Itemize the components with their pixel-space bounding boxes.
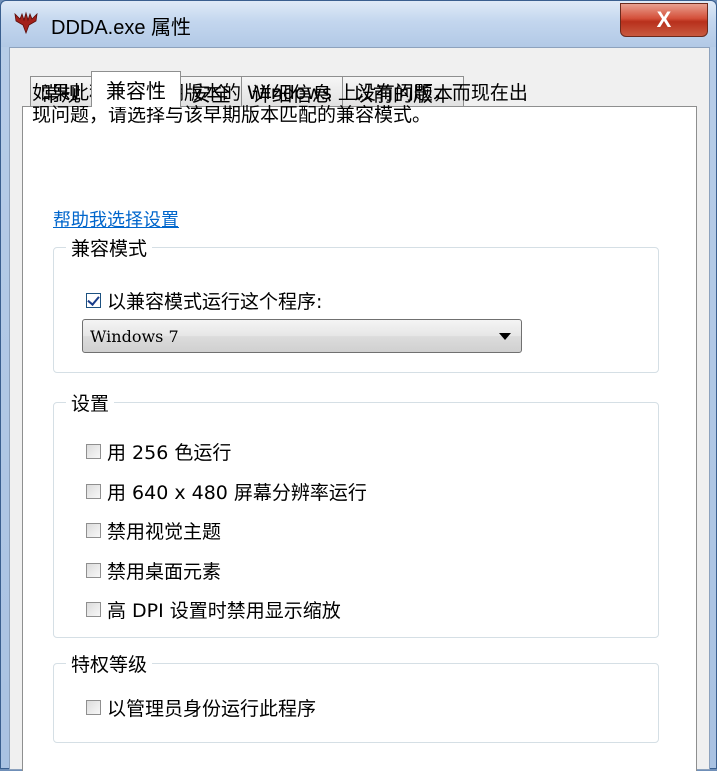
group-title: 兼容模式 — [66, 234, 153, 261]
help-me-choose-link[interactable]: 帮助我选择设置 — [53, 206, 179, 232]
select-value: Windows 7 — [90, 327, 179, 346]
checkbox-label: 用 256 色运行 — [107, 442, 232, 464]
checkbox-label: 禁用视觉主题 — [107, 521, 222, 543]
chevron-down-icon — [499, 333, 511, 340]
checkbox[interactable] — [86, 563, 101, 578]
option-disable-desktop-composition[interactable]: 禁用桌面元素 — [86, 557, 221, 584]
compat-mode-checkbox-row[interactable]: 以兼容模式运行这个程序: — [86, 287, 322, 314]
group-title: 特权等级 — [66, 650, 153, 677]
checkbox-label: 禁用桌面元素 — [107, 561, 222, 583]
run-as-admin-checkbox[interactable] — [86, 700, 101, 715]
close-icon: X — [656, 7, 672, 32]
checkbox[interactable] — [86, 523, 101, 538]
checkbox[interactable] — [86, 602, 101, 617]
option-256-colors[interactable]: 用 256 色运行 — [86, 438, 231, 465]
run-as-admin-row[interactable]: 以管理员身份运行此程序 — [86, 694, 316, 721]
close-button[interactable]: X — [620, 3, 708, 37]
title-bar[interactable]: DDDA.exe 属性 X — [1, 1, 716, 47]
checkbox-label: 以兼容模式运行这个程序: — [107, 291, 323, 313]
checkbox-label: 高 DPI 设置时禁用显示缩放 — [107, 600, 341, 622]
app-icon — [14, 11, 38, 35]
window-title: DDDA.exe 属性 — [51, 17, 192, 39]
checkbox[interactable] — [86, 484, 101, 499]
tab-compatibility[interactable]: 兼容性 — [91, 71, 181, 107]
checkbox-label: 用 640 x 480 屏幕分辨率运行 — [107, 482, 367, 504]
option-640x480[interactable]: 用 640 x 480 屏幕分辨率运行 — [86, 478, 367, 505]
option-disable-dpi-scaling[interactable]: 高 DPI 设置时禁用显示缩放 — [86, 596, 341, 623]
compat-mode-checkbox[interactable] — [86, 293, 101, 308]
checkbox[interactable] — [86, 444, 101, 459]
description-line: 现问题，请选择与该早期版本匹配的兼容模式。 — [32, 104, 432, 126]
group-title: 设置 — [66, 389, 115, 416]
tab-label: 兼容性 — [106, 79, 166, 103]
os-version-select[interactable]: Windows 7 — [82, 319, 522, 353]
checkbox-label: 以管理员身份运行此程序 — [107, 698, 317, 720]
option-disable-visual-themes[interactable]: 禁用视觉主题 — [86, 517, 221, 544]
